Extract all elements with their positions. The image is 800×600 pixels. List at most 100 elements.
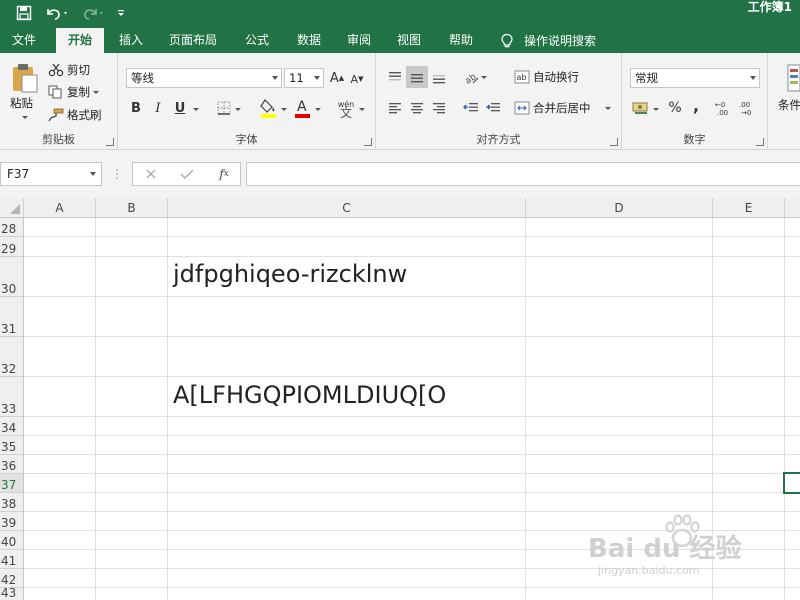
align-bottom-icon[interactable] <box>428 66 450 88</box>
align-middle-icon[interactable] <box>406 66 428 88</box>
row-header-41[interactable]: 41 <box>0 550 24 569</box>
grid-line <box>95 218 96 600</box>
undo-icon[interactable] <box>42 2 72 24</box>
tell-me-label: 操作说明搜索 <box>524 34 597 48</box>
row-header-32[interactable]: 32 <box>0 337 24 377</box>
redo-icon[interactable] <box>78 2 108 24</box>
italic-button[interactable]: I <box>150 98 166 118</box>
row-header-40[interactable]: 40 <box>0 531 24 550</box>
tell-me-search[interactable]: 操作说明搜索 <box>500 28 596 53</box>
formula-input[interactable] <box>246 162 800 186</box>
row-header-30[interactable]: 30 <box>0 257 24 297</box>
row-header-33[interactable]: 33 <box>0 377 24 417</box>
decrease-font-icon[interactable]: A ▼ <box>348 70 366 88</box>
watermark-text: Bai du 经验 <box>588 534 742 564</box>
paste-button[interactable]: 粘贴 <box>10 95 33 111</box>
row-header-39[interactable]: 39 <box>0 512 24 531</box>
font-size-combo[interactable]: 11 <box>284 68 324 88</box>
font-launcher-icon[interactable] <box>364 138 372 146</box>
font-color-dropdown-icon[interactable] <box>314 105 322 113</box>
column-header-c[interactable]: C <box>168 198 526 218</box>
paste-icon[interactable] <box>8 61 42 95</box>
fill-color-icon[interactable] <box>258 96 280 120</box>
row-header-38[interactable]: 38 <box>0 493 24 512</box>
cancel-icon[interactable] <box>141 166 161 182</box>
increase-font-icon[interactable]: A ▲ <box>328 69 346 87</box>
format-painter-button[interactable]: 格式刷 <box>48 107 102 123</box>
increase-decimal-icon[interactable]: ←0.00 <box>714 98 736 118</box>
row-header-34[interactable]: 34 <box>0 417 24 436</box>
row-header-31[interactable]: 31 <box>0 297 24 337</box>
fill-color-dropdown-icon[interactable] <box>280 105 288 113</box>
accounting-dropdown-icon[interactable] <box>652 105 660 113</box>
grid-line <box>24 435 800 436</box>
decrease-indent-icon[interactable] <box>460 97 482 119</box>
column-header-f[interactable] <box>785 198 800 218</box>
column-header-a[interactable]: A <box>24 198 96 218</box>
paste-dropdown-icon[interactable] <box>20 113 30 121</box>
decrease-decimal-icon[interactable]: .00 →0 <box>738 98 760 118</box>
font-color-icon[interactable]: A <box>292 96 314 120</box>
row-header-29[interactable]: 29 <box>0 237 24 257</box>
customize-qat-icon[interactable] <box>112 2 130 24</box>
save-icon[interactable] <box>12 2 36 24</box>
formula-bar-grip-icon[interactable]: ⋮ <box>111 166 123 182</box>
comma-style-button[interactable]: , <box>688 95 704 115</box>
copy-button[interactable]: 复制 <box>48 84 99 100</box>
tab-home[interactable]: 开始 <box>56 28 104 53</box>
number-launcher-icon[interactable] <box>756 138 764 146</box>
tab-view[interactable]: 视图 <box>386 28 432 53</box>
cell-c33[interactable]: A[LFHGQPIOMLDIUQ[O <box>173 381 446 409</box>
merge-center-button[interactable]: 合并后居中 <box>514 100 611 116</box>
tab-review[interactable]: 审阅 <box>336 28 382 53</box>
tab-formulas[interactable]: 公式 <box>234 28 280 53</box>
tab-page-layout[interactable]: 页面布局 <box>160 28 226 53</box>
row-header-35[interactable]: 35 <box>0 436 24 455</box>
percent-style-button[interactable]: % <box>666 98 684 118</box>
wrap-text-label: 自动换行 <box>533 70 579 84</box>
column-header-e[interactable]: E <box>713 198 785 218</box>
align-right-icon[interactable] <box>428 97 450 119</box>
insert-function-icon[interactable]: fx <box>213 166 235 182</box>
orientation-icon[interactable]: ab <box>460 66 482 88</box>
tab-help[interactable]: 帮助 <box>438 28 484 53</box>
increase-indent-icon[interactable] <box>482 97 504 119</box>
font-name-combo[interactable]: 等线 <box>126 68 282 88</box>
name-box[interactable]: F37 <box>0 162 102 186</box>
align-top-icon[interactable] <box>384 66 406 88</box>
phonetic-dropdown-icon[interactable] <box>358 105 366 113</box>
row-header-28[interactable]: 28 <box>0 218 24 237</box>
enter-check-icon[interactable] <box>177 166 197 182</box>
bold-button[interactable]: B <box>128 98 144 118</box>
watermark: Bai du 经验 jingyan.baidu.com <box>588 514 788 584</box>
alignment-group-label: 对齐方式 <box>476 133 521 146</box>
tab-insert[interactable]: 插入 <box>108 28 154 53</box>
conditional-format-button[interactable]: 条件 <box>778 97 800 113</box>
orientation-dropdown-icon[interactable] <box>480 73 488 81</box>
row-header-37[interactable]: 37 <box>0 474 24 493</box>
number-format-combo[interactable]: 常规 <box>630 68 760 88</box>
tab-file[interactable]: 文件 <box>0 28 48 53</box>
select-all-corner[interactable] <box>0 198 24 218</box>
active-cell-f37[interactable] <box>783 472 800 494</box>
tab-data[interactable]: 数据 <box>286 28 332 53</box>
conditional-format-icon[interactable] <box>786 63 800 93</box>
wrap-text-button[interactable]: ab 自动换行 <box>514 69 579 85</box>
cut-label: 剪切 <box>67 63 90 77</box>
column-header-b[interactable]: B <box>96 198 168 218</box>
row-header-43[interactable]: 43 <box>0 586 24 600</box>
align-center-icon[interactable] <box>406 97 428 119</box>
accounting-format-icon[interactable] <box>630 98 652 118</box>
row-header-36[interactable]: 36 <box>0 455 24 474</box>
clipboard-launcher-icon[interactable] <box>106 138 114 146</box>
underline-dropdown-icon[interactable] <box>192 105 200 113</box>
phonetic-icon[interactable]: wén 文 <box>334 97 358 121</box>
column-header-d[interactable]: D <box>526 198 713 218</box>
cut-button[interactable]: 剪切 <box>48 62 90 78</box>
alignment-launcher-icon[interactable] <box>610 138 618 146</box>
align-left-icon[interactable] <box>384 97 406 119</box>
borders-dropdown-icon[interactable] <box>234 105 242 113</box>
cell-c30[interactable]: jdfpghiqeo-rizcklnw <box>173 260 407 288</box>
borders-icon[interactable] <box>214 98 234 118</box>
underline-button[interactable]: U <box>172 98 188 118</box>
